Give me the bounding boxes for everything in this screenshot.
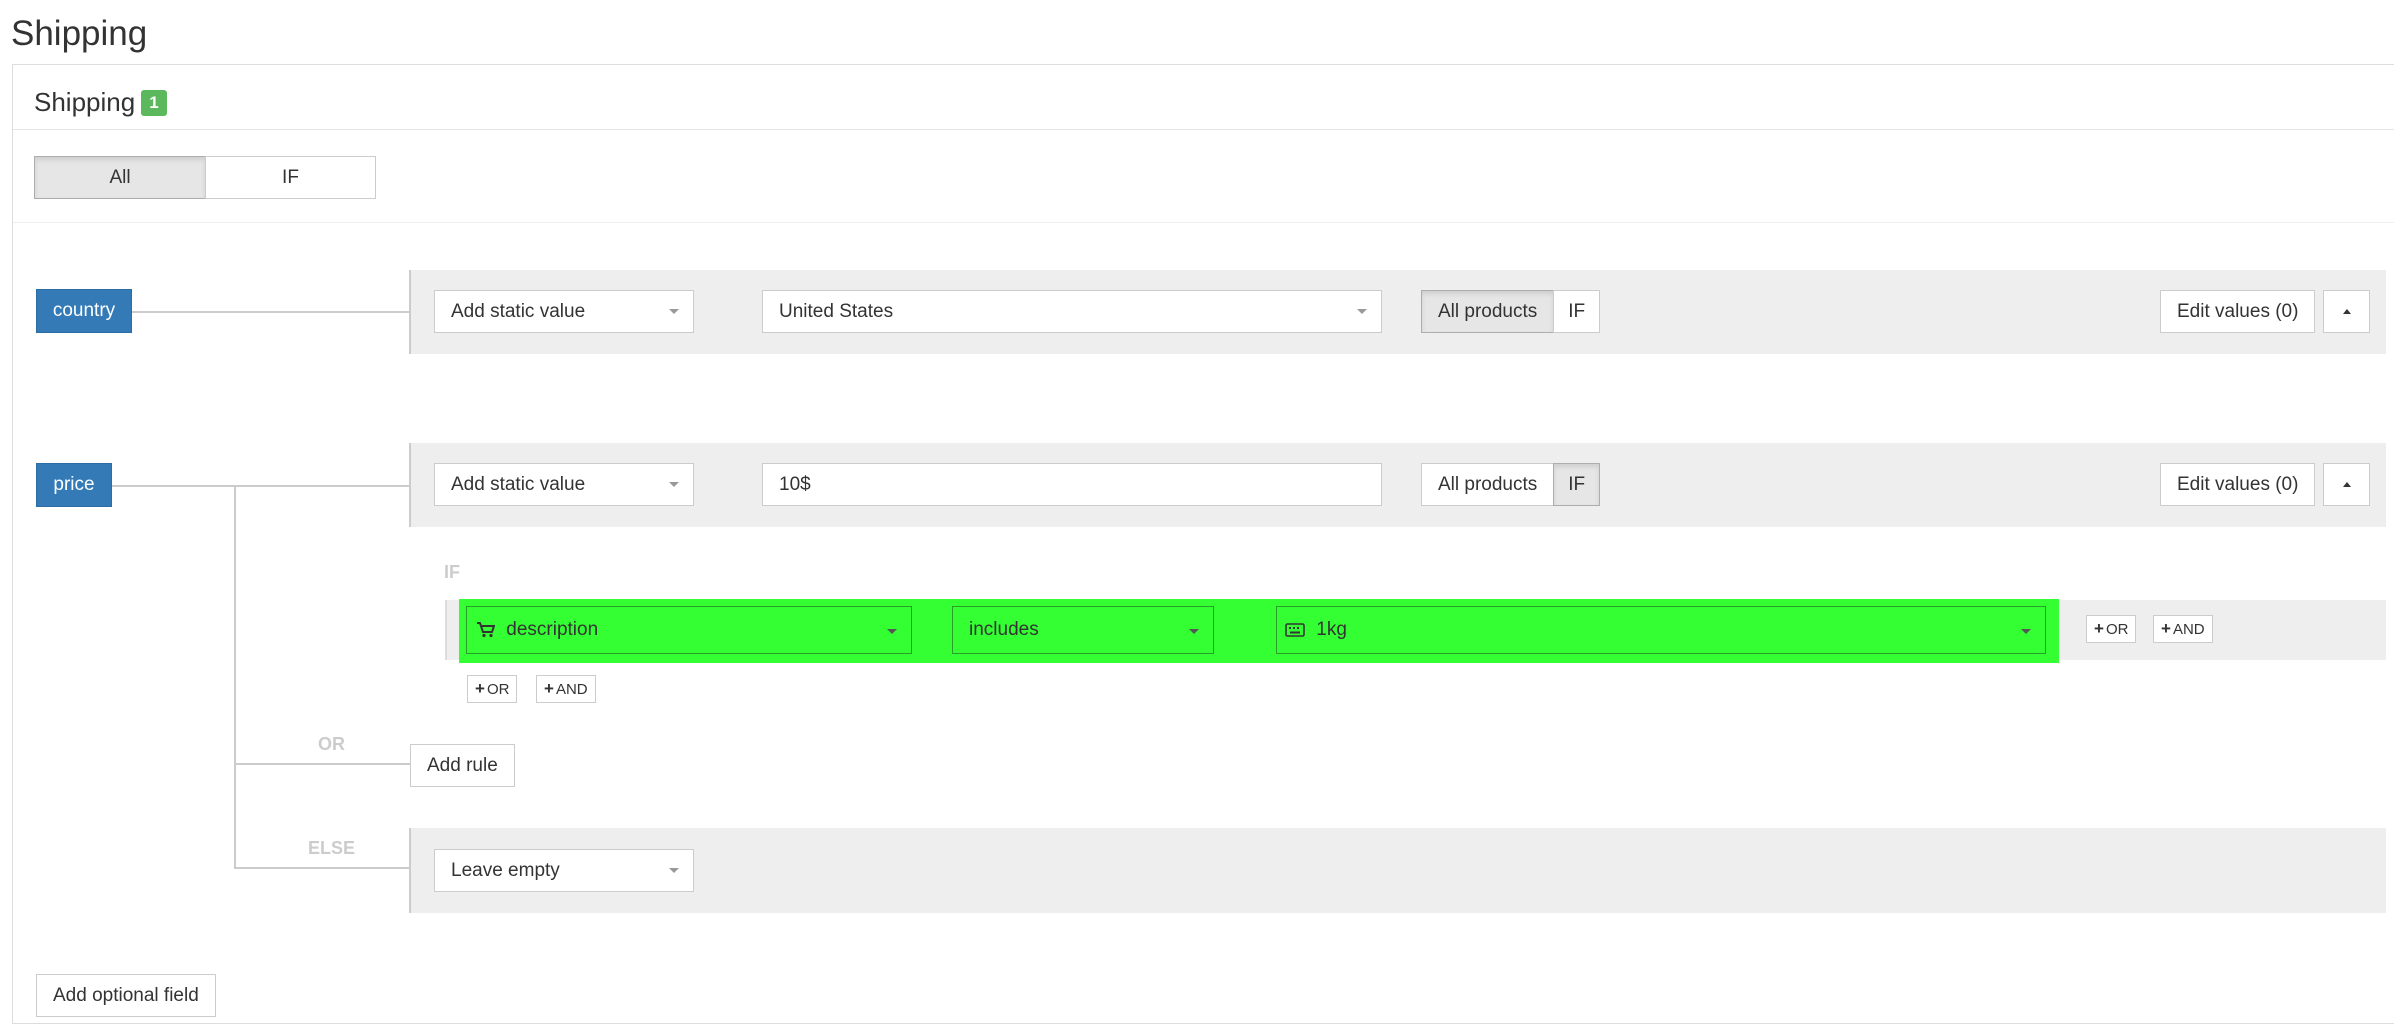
divider — [13, 222, 2394, 223]
else-band — [409, 828, 2386, 913]
else-label: ELSE — [308, 838, 356, 858]
connector-line — [112, 485, 410, 487]
else-select[interactable]: Leave empty — [434, 849, 694, 892]
panel-header: Shipping 1 — [13, 65, 2394, 130]
keyboard-icon — [1285, 623, 1305, 637]
group-and-button[interactable]: + AND — [536, 675, 596, 703]
chevron-down-icon — [2021, 629, 2031, 634]
field-country-button[interactable]: country — [36, 289, 132, 333]
country-rule-band — [409, 270, 2386, 354]
or-connector-line — [234, 763, 410, 765]
country-all-products-button[interactable]: All products — [1421, 290, 1555, 333]
country-edit-values-button[interactable]: Edit values (0) — [2160, 290, 2316, 333]
country-if-button[interactable]: IF — [1553, 290, 1601, 333]
chevron-down-icon — [669, 482, 679, 487]
price-value-text: 10$ — [779, 474, 811, 495]
country-scope-group: All products IF — [1421, 290, 1601, 333]
condition-and-button[interactable]: + AND — [2153, 615, 2213, 643]
cart-icon — [477, 621, 495, 638]
connector-line — [132, 311, 410, 313]
mode-all-button[interactable]: All — [34, 156, 206, 199]
add-rule-button[interactable]: Add rule — [410, 744, 515, 787]
condition-attribute-select[interactable]: description — [466, 606, 912, 654]
chevron-down-icon — [1189, 629, 1199, 634]
price-all-products-button[interactable]: All products — [1421, 463, 1555, 506]
price-scope-group: All products IF — [1421, 463, 1601, 506]
group-or-button[interactable]: + OR — [467, 675, 518, 703]
or-label: OR — [318, 734, 345, 754]
plus-icon: + — [2161, 619, 2171, 638]
add-optional-field-button[interactable]: Add optional field — [36, 974, 216, 1017]
if-label: IF — [444, 562, 460, 582]
group-and-label: AND — [555, 681, 588, 698]
condition-or-label: OR — [2105, 621, 2129, 638]
price-source-select[interactable]: Add static value — [434, 463, 694, 506]
price-value-input[interactable]: 10$ — [762, 463, 1382, 506]
condition-value-select[interactable]: 1kg — [1276, 606, 2046, 654]
price-source-label: Add static value — [451, 474, 586, 495]
price-if-button[interactable]: IF — [1553, 463, 1601, 506]
price-collapse-button[interactable] — [2323, 463, 2370, 506]
condition-or-button[interactable]: + OR — [2086, 615, 2137, 643]
condition-operator-select[interactable]: includes — [952, 606, 1214, 654]
tree-vertical-line — [234, 485, 236, 869]
else-select-label: Leave empty — [451, 860, 560, 881]
condition-attribute-label: description — [506, 619, 599, 640]
chevron-down-icon — [669, 309, 679, 314]
chevron-down-icon — [1357, 309, 1367, 314]
chevron-down-icon — [887, 629, 897, 634]
country-value-label: United States — [779, 301, 894, 322]
country-source-label: Add static value — [451, 301, 586, 322]
chevron-down-icon — [669, 868, 679, 873]
condition-value-label: 1kg — [1316, 619, 1347, 640]
panel-title-text: Shipping — [34, 87, 136, 117]
plus-icon: + — [2094, 619, 2104, 638]
plus-icon: + — [475, 679, 485, 698]
condition-and-label: AND — [2172, 621, 2205, 638]
caret-up-icon — [2343, 482, 2351, 487]
field-price-button[interactable]: price — [36, 463, 112, 507]
panel-title: Shipping 1 — [34, 87, 167, 118]
country-source-select[interactable]: Add static value — [434, 290, 694, 333]
condition-operator-label: includes — [969, 619, 1039, 640]
price-edit-values-button[interactable]: Edit values (0) — [2160, 463, 2316, 506]
country-collapse-button[interactable] — [2323, 290, 2370, 333]
mode-if-button[interactable]: IF — [205, 156, 376, 199]
else-connector-line — [234, 867, 410, 869]
page-title: Shipping — [11, 14, 148, 53]
price-rule-band — [409, 443, 2386, 527]
plus-icon: + — [544, 679, 554, 698]
country-value-select[interactable]: United States — [762, 290, 1382, 333]
count-badge: 1 — [141, 90, 167, 116]
group-or-label: OR — [486, 681, 510, 698]
caret-up-icon — [2343, 309, 2351, 314]
